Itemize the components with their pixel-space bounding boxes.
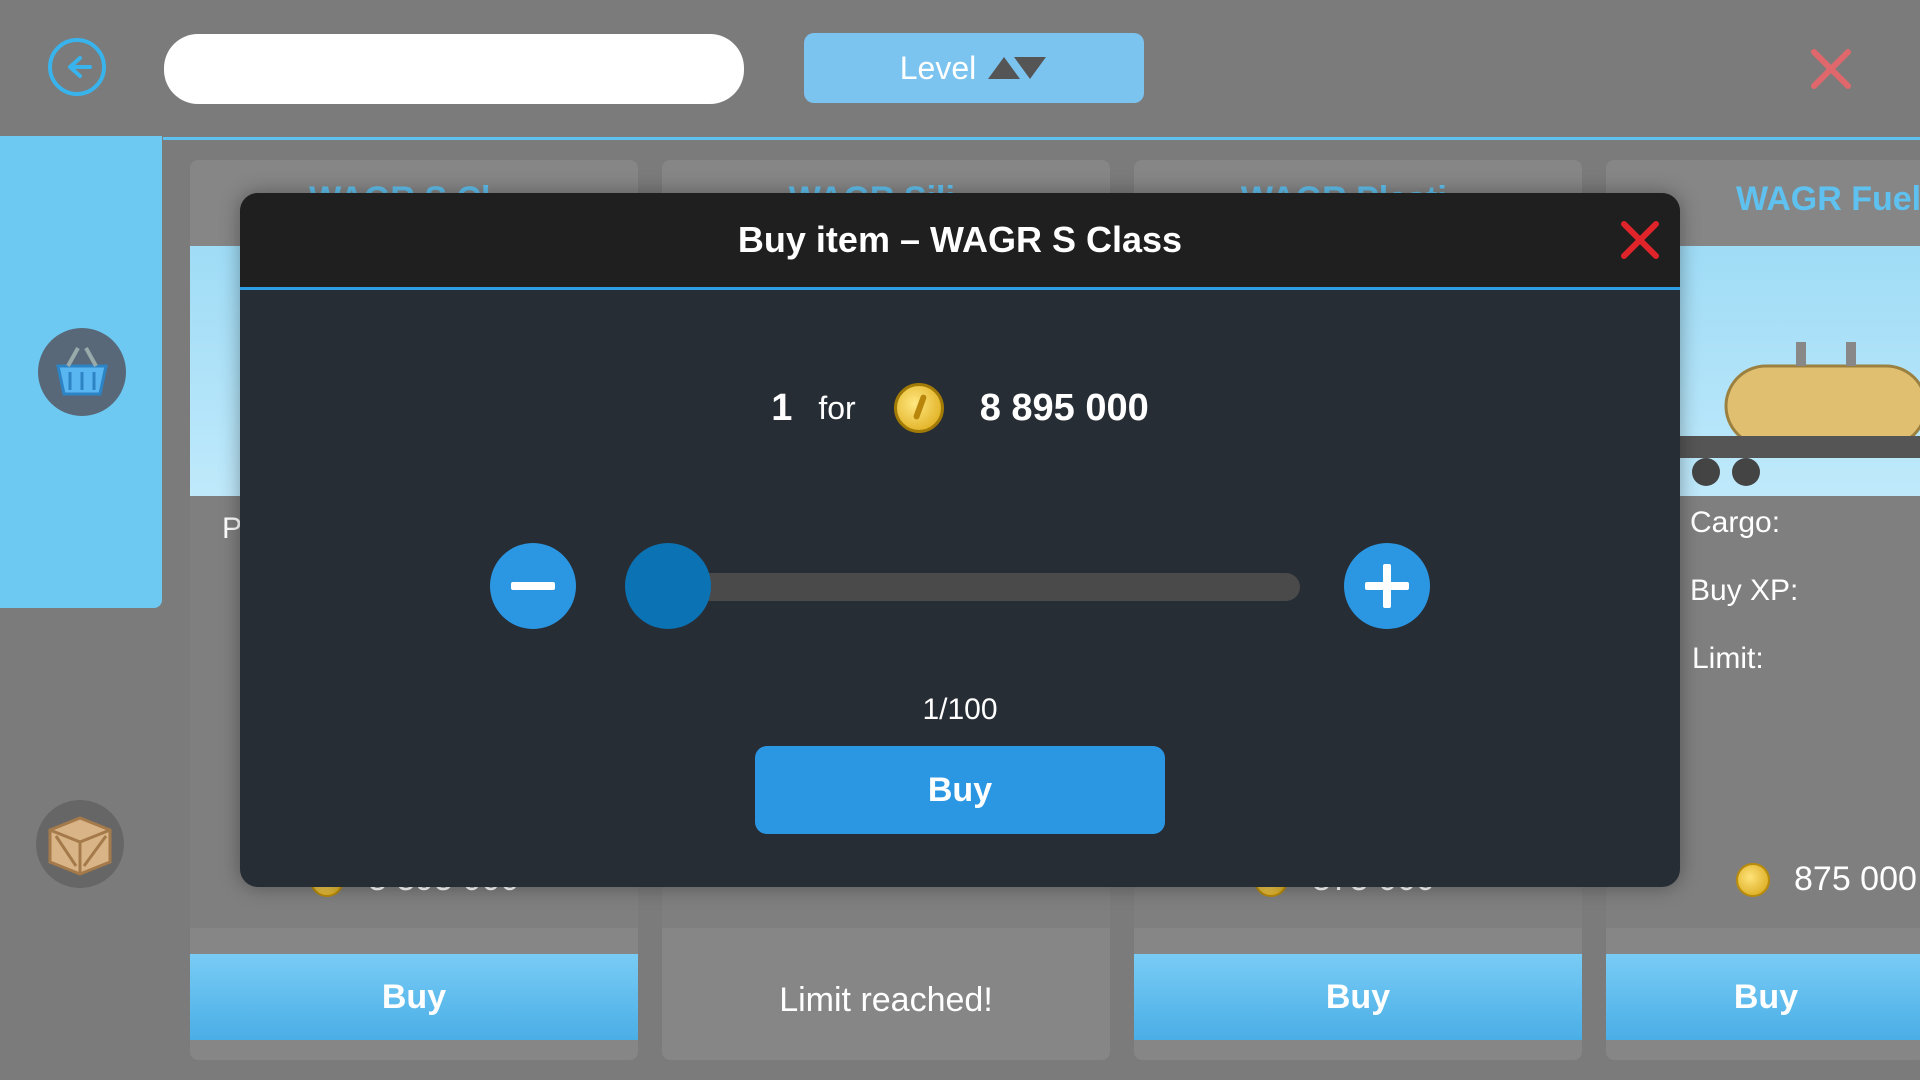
divider (163, 137, 1920, 140)
coin-icon (893, 383, 944, 433)
level-label: Level (899, 49, 977, 86)
crate-icon[interactable] (36, 800, 124, 888)
minus-icon (511, 582, 555, 590)
card-price: 875 000 (1794, 860, 1917, 898)
arrow-left-icon (68, 56, 92, 78)
buy-xp-label: Buy XP: (1690, 574, 1799, 607)
increase-button[interactable] (1344, 543, 1430, 629)
for-label: for (818, 389, 856, 426)
quantity-count: 1/100 (922, 693, 998, 726)
total-price: 8 895 000 (979, 386, 1149, 429)
price-row: 875 000 (1736, 860, 1917, 899)
slider-handle[interactable] (624, 543, 711, 629)
dialog-header: Buy item – WAGR S Class (240, 193, 1680, 290)
buy-button[interactable]: Buy (190, 954, 638, 1040)
card-title: WAGR Fuel (1736, 180, 1920, 218)
back-button[interactable] (48, 38, 106, 96)
quantity-slider[interactable] (626, 573, 1300, 601)
close-icon[interactable] (1618, 218, 1662, 262)
purchase-summary: 1 for 8 895 000 (240, 383, 1680, 433)
limit-reached-text: Limit reached! (779, 981, 993, 1019)
coin-icon (1736, 862, 1770, 897)
shop-basket-icon[interactable] (38, 328, 126, 416)
decrease-button[interactable] (490, 543, 576, 629)
stat-label: P (222, 512, 243, 545)
dialog-title: Buy item – WAGR S Class (737, 219, 1183, 260)
buy-button[interactable]: Buy (755, 746, 1165, 834)
quantity-value: 1 (771, 386, 793, 429)
sort-arrows-icon (988, 57, 1047, 79)
sort-level-button[interactable]: Level (804, 33, 1144, 103)
buy-item-dialog: Buy item – WAGR S Class 1 for 8 895 000 … (240, 193, 1680, 887)
cargo-label: Cargo: (1690, 506, 1781, 539)
buy-button[interactable]: Buy (1134, 954, 1582, 1040)
limit-label: Limit: (1692, 642, 1764, 675)
close-icon[interactable] (1808, 46, 1854, 92)
buy-button[interactable]: Buy (1606, 954, 1920, 1040)
search-input[interactable] (164, 34, 744, 104)
